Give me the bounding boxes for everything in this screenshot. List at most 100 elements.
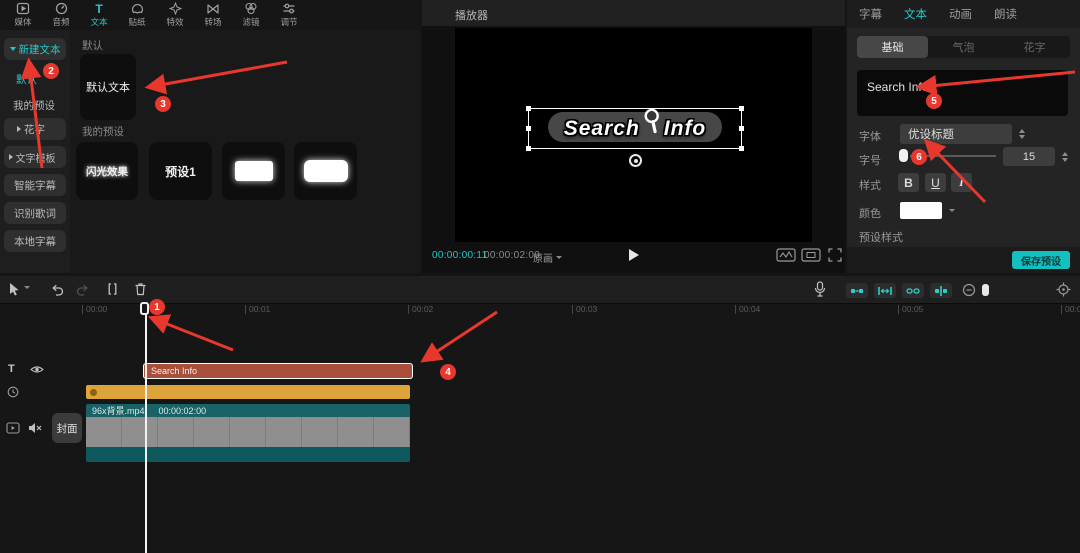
sticker-clip[interactable] [86,385,410,399]
cover-button[interactable]: 封面 [52,413,82,443]
preset-card-3[interactable] [294,142,357,200]
inspector-subtabs: 基础 气泡 花字 [857,36,1070,58]
text-icon: T [95,2,102,15]
color-label: 颜色 [859,205,881,221]
ruler-tick: 00:03 [572,305,597,314]
tab-read-aloud[interactable]: 朗读 [994,6,1017,22]
resize-handle[interactable] [526,106,531,111]
play-button[interactable] [629,249,639,261]
ruler-tick: 00:01 [245,305,270,314]
preset-styles-label: 预设样式 [859,229,903,245]
undo-icon[interactable] [50,283,64,296]
split-icon[interactable] [106,282,119,296]
size-slider-handle[interactable] [899,149,908,162]
chevron-right-icon [17,126,21,132]
tab-effects[interactable]: 特效 [156,0,194,30]
delete-icon[interactable] [134,282,147,296]
tab-transition[interactable]: 转场 [194,0,232,30]
sidebar-item-my-presets[interactable]: 我的预设 [13,94,55,116]
fullscreen-icon[interactable] [828,248,842,262]
text-selection-box[interactable]: Search Info [528,108,742,149]
rotate-handle[interactable] [629,154,642,167]
snap-toggle-icon[interactable] [874,283,896,298]
zoom-out-icon[interactable] [962,283,976,297]
filter-icon [244,2,258,15]
sidebar-item-text-templates[interactable]: 文字模板 [4,146,66,168]
preview-overlay-text[interactable]: Search Info [529,109,741,148]
font-stepper[interactable] [1016,124,1028,144]
mixer-icon[interactable] [776,248,796,262]
subtab-bubble[interactable]: 气泡 [928,36,999,58]
resize-handle[interactable] [739,146,744,151]
ruler-tick: 00:0 [1061,305,1080,314]
save-preset-button[interactable]: 保存预设 [1012,251,1070,269]
preset-thumbnail-blob [235,161,273,181]
italic-button[interactable]: I [951,173,972,192]
sidebar-item-default[interactable]: 默认 [16,68,37,90]
preset-card-flash[interactable]: 闪光效果 [76,142,138,200]
stepper-down-icon [1062,158,1068,162]
total-duration: 00:00:02:00 [484,250,540,261]
sidebar-item-auto-captions[interactable]: 智能字幕 [4,174,66,196]
chevron-down-icon [556,256,562,259]
record-voiceover-icon[interactable] [814,281,826,297]
tab-text-props[interactable]: 文本 [904,6,927,22]
resize-handle[interactable] [739,106,744,111]
preset-card-2[interactable] [222,142,285,200]
sidebar-item-fancy-text[interactable]: 花字 [4,118,66,140]
redo-icon[interactable] [76,283,90,296]
size-label: 字号 [859,152,881,168]
text-clip[interactable]: Search Info [143,363,413,379]
playhead-handle[interactable] [140,302,149,315]
step-badge-4: 4 [440,364,456,380]
playhead-line[interactable] [145,303,147,553]
font-select[interactable]: 优设标题 [900,124,1012,144]
tab-filter[interactable]: 滤镜 [232,0,270,30]
link-toggle-icon[interactable] [902,283,924,298]
quality-dropdown[interactable]: 原画 [533,250,562,265]
eye-icon[interactable] [30,364,44,375]
size-value[interactable]: 15 [1003,147,1055,166]
current-time: 00:00:00:11 [432,250,487,261]
select-tool-dropdown-icon[interactable] [24,289,30,307]
preset-card-1[interactable]: 预设1 [149,142,212,200]
section-default-label: 默认 [82,38,103,53]
aspect-ratio-icon[interactable] [801,248,821,262]
tab-audio[interactable]: 音频 [42,0,80,30]
stepper-down-icon [1019,135,1025,139]
resize-handle[interactable] [526,126,531,131]
default-text-card[interactable]: 默认文本 [80,54,136,120]
bold-button[interactable]: B [898,173,919,192]
magnifier-icon [641,106,662,134]
magnet-toggle-icon[interactable] [846,283,868,298]
zoom-fit-icon[interactable] [1056,282,1071,297]
inspector-tabs: 字幕 文本 动画 朗读 [847,0,1080,28]
tab-media[interactable]: 媒体 [4,0,42,30]
mute-speaker-icon[interactable] [28,422,42,434]
select-tool-icon[interactable] [8,282,21,296]
subtab-fancy[interactable]: 花字 [999,36,1070,58]
resize-handle[interactable] [526,146,531,151]
media-type-toolbar: 媒体 音频 T 文本 贴纸 特效 转场 [0,0,420,30]
text-content-input[interactable]: Search Info [857,70,1068,116]
tab-sticker[interactable]: 贴纸 [118,0,156,30]
color-dropdown[interactable] [945,202,959,219]
tab-adjust[interactable]: 调节 [270,0,308,30]
subtab-basic[interactable]: 基础 [857,36,928,58]
size-stepper[interactable] [1059,147,1071,167]
timeline-zoom-slider-handle[interactable] [982,284,989,296]
underline-button[interactable]: U [925,173,946,192]
player-title: 播放器 [455,7,488,23]
video-preview[interactable]: Search Info [455,28,812,242]
video-clip[interactable]: 96x背景.mp4 00:00:02:00 [86,404,410,462]
sidebar-item-new-text[interactable]: 新建文本 [4,38,66,60]
sidebar-item-local-captions[interactable]: 本地字幕 [4,230,66,252]
color-swatch[interactable] [900,202,942,219]
preview-axis-toggle-icon[interactable] [930,283,952,298]
resize-handle[interactable] [739,126,744,131]
tab-animation[interactable]: 动画 [949,6,972,22]
style-label: 样式 [859,177,881,193]
tab-text[interactable]: T 文本 [80,0,118,30]
sidebar-item-lyrics-recognition[interactable]: 识别歌词 [4,202,66,224]
tab-subtitle[interactable]: 字幕 [859,6,882,22]
